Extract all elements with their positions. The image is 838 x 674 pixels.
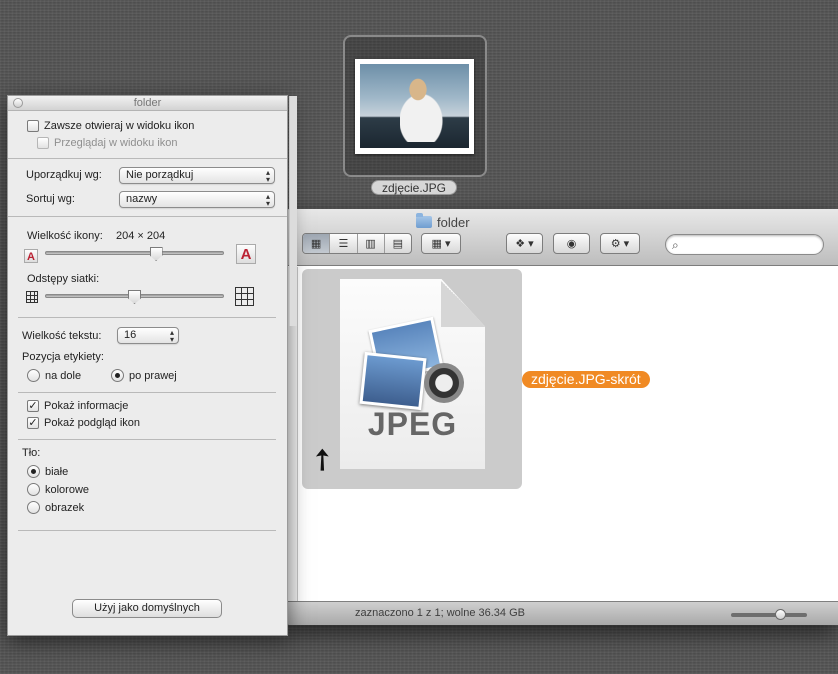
desktop-photo-thumbnail[interactable] [355,59,474,154]
loupe-icon [424,363,464,403]
bg-picture-row[interactable]: obrazek [27,501,84,514]
search-field[interactable]: ⌕ [665,234,824,255]
finder-window: folder ▦ ☰ ▥ ▤ ▦ ▾ ❖ ▾ ◉ ⚙ ▾ ⌕ JPEG ➚ zd… [285,209,838,625]
slider-knob[interactable] [775,609,786,620]
file-item[interactable]: JPEG ➚ [302,269,522,489]
window-title-text: folder [437,214,470,230]
view-mode-control[interactable]: ▦ ☰ ▥ ▤ [302,233,412,254]
bg-picture-radio[interactable] [27,501,40,514]
arrange-by-select[interactable]: Nie porządkuj ▴ ▾ [119,167,275,184]
bg-white-text: białe [45,465,69,478]
small-icon-preview: A [24,249,38,263]
browse-icon-view-checkbox [37,137,49,149]
show-info-row[interactable]: ✓ Pokaż informacje [27,400,128,412]
grid-large-icon [235,287,254,306]
jpeg-document-icon: JPEG [340,279,485,469]
doc-type-label: JPEG [367,406,458,442]
chevron-updown-icon: ▴ ▾ [265,168,270,184]
label-right-radio[interactable] [111,369,124,382]
label-bottom-row[interactable]: na dole [27,369,81,382]
action-button[interactable]: ⚙ ▾ [600,233,640,254]
photo-image [360,64,469,148]
always-open-label: Zawsze otwieraj w widoku ikon [44,120,195,132]
list-view-icon[interactable]: ☰ [330,234,358,253]
always-open-row[interactable]: Zawsze otwieraj w widoku ikon [27,120,194,132]
text-size-value: 16 [124,329,137,341]
chevron-updown-icon: ▴ ▾ [265,192,270,208]
file-name-label[interactable]: zdjęcie.JPG-skrót [522,371,650,388]
arrange-by-value: Nie porządkuj [126,169,194,181]
show-preview-checkbox[interactable]: ✓ [27,417,39,429]
bg-color-text: kolorowe [45,483,90,496]
icon-size-label: Wielkość ikony: [27,230,103,242]
bg-white-row[interactable]: białe [27,465,68,478]
finder-toolbar: folder ▦ ☰ ▥ ▤ ▦ ▾ ❖ ▾ ◉ ⚙ ▾ ⌕ [285,209,838,266]
close-icon[interactable] [13,98,23,108]
desktop-file-label[interactable]: zdjęcie.JPG [371,180,457,195]
status-text: zaznaczono 1 z 1; wolne 36.34 GB [355,607,525,619]
bg-white-radio[interactable] [27,465,40,478]
arrange-button[interactable]: ▦ ▾ [421,233,461,254]
browse-icon-view-label: Przeglądaj w widoku ikon [54,137,178,149]
background-label: Tło: [22,447,41,459]
icon-size-track[interactable] [45,251,224,255]
sort-by-label: Sortuj wg: [26,193,75,205]
always-open-checkbox[interactable] [27,120,39,132]
view-options-panel: folder Zawsze otwieraj w widoku ikon Prz… [7,95,297,636]
quick-look-button[interactable]: ◉ [553,233,590,254]
icon-size-knob[interactable] [149,247,163,261]
icon-view-icon[interactable]: ▦ [303,234,331,253]
window-title: folder [416,213,470,230]
text-size-label: Wielkość tekstu: [22,330,102,342]
grid-spacing-knob[interactable] [128,290,141,304]
bg-color-row[interactable]: kolorowe [27,483,89,496]
label-bottom-radio[interactable] [27,369,40,382]
chevron-updown-icon: ▴ ▾ [169,328,174,344]
column-view-icon[interactable]: ▥ [358,234,385,253]
status-bar: zaznaczono 1 z 1; wolne 36.34 GB [285,601,838,625]
cover-flow-icon[interactable]: ▤ [385,234,411,253]
eye-icon: ◉ [566,238,577,250]
grid-spacing-label: Odstępy siatki: [27,273,100,285]
gear-icon: ⚙ ▾ [610,238,630,250]
show-preview-row[interactable]: ✓ Pokaż podgląd ikon [27,417,140,429]
label-right-row[interactable]: po prawej [111,369,177,382]
icon-size-slider[interactable] [731,609,807,620]
bg-picture-text: obrazek [45,501,85,514]
sort-by-select[interactable]: nazwy ▴ ▾ [119,191,275,208]
label-position-label: Pozycja etykiety: [22,351,104,363]
search-icon: ⌕ [672,238,679,252]
arrange-icon: ▦ ▾ [431,238,451,250]
folder-icon [416,213,432,228]
label-bottom-text: na dole [45,369,82,382]
arrange-by-label: Uporządkuj wg: [26,169,102,181]
large-icon-preview: A [236,244,256,264]
text-size-select[interactable]: 16 ▴ ▾ [117,327,179,344]
bg-color-radio[interactable] [27,483,40,496]
show-preview-label: Pokaż podgląd ikon [44,417,141,429]
show-info-label: Pokaż informacje [44,400,129,412]
dropbox-button[interactable]: ❖ ▾ [506,233,543,254]
panel-scrollbar[interactable] [289,96,297,326]
browse-icon-view-row: Przeglądaj w widoku ikon [37,137,178,149]
grid-small-icon [26,291,38,303]
finder-content: JPEG ➚ zdjęcie.JPG-skrót [285,267,838,601]
alias-arrow-icon: ➚ [301,439,343,481]
use-as-defaults-button[interactable]: Użyj jako domyślnych [72,599,222,618]
sort-by-value: nazwy [126,193,158,205]
label-right-text: po prawej [129,369,177,382]
panel-titlebar: folder [8,96,287,111]
icon-size-value: 204 × 204 [116,230,166,242]
show-info-checkbox[interactable]: ✓ [27,400,39,412]
dropbox-icon: ❖ ▾ [515,238,534,250]
panel-title: folder [133,97,162,109]
